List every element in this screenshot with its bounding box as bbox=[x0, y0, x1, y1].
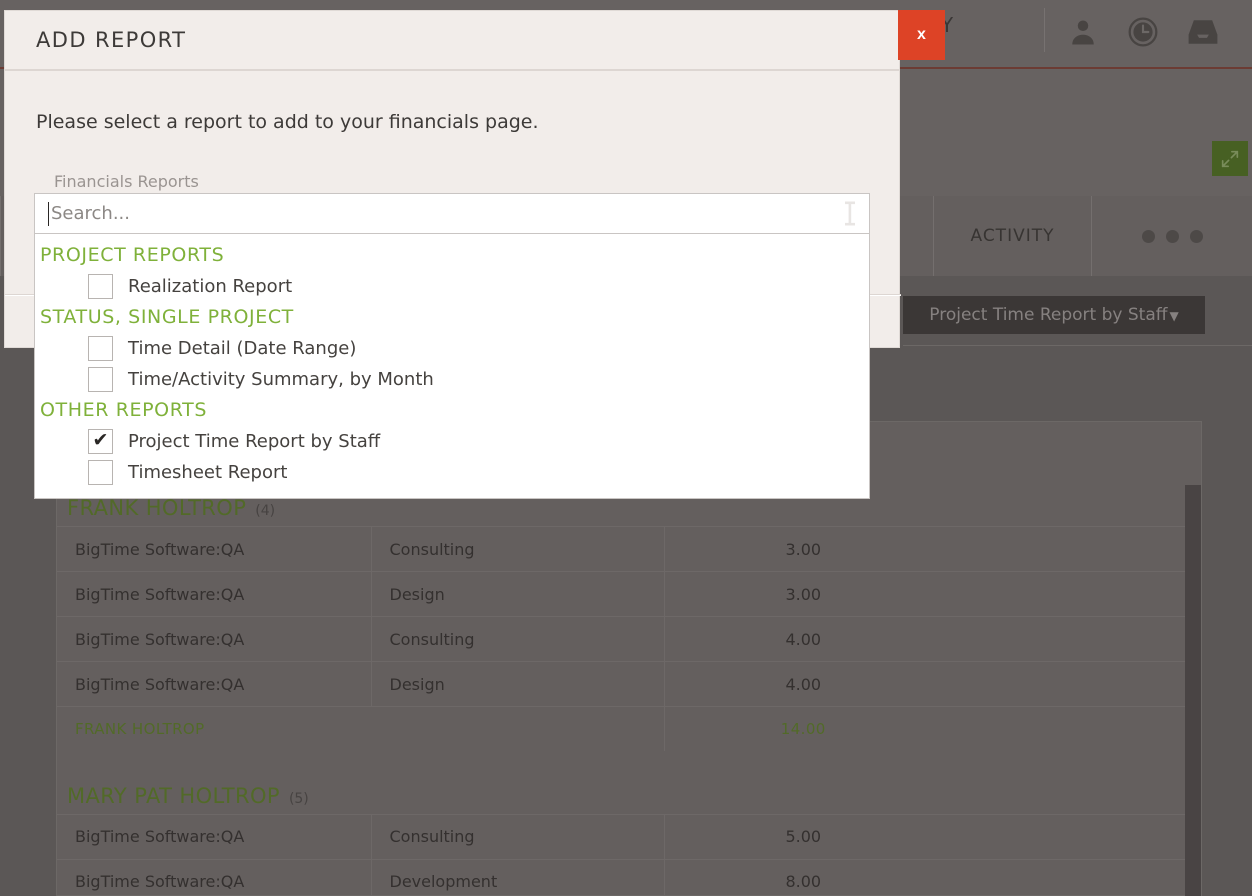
checkmark-glyph: ✔ bbox=[92, 429, 109, 451]
text-caret bbox=[48, 202, 49, 226]
modal-titlebar: ADD REPORT bbox=[5, 11, 899, 71]
checkbox-checked-icon[interactable]: ✔ bbox=[88, 429, 113, 454]
ibeam-cursor-icon bbox=[843, 201, 857, 226]
dropdown-option-label: Time Detail (Date Range) bbox=[128, 338, 357, 359]
dropdown-option-time-activity-summary[interactable]: Time/Activity Summary, by Month bbox=[35, 364, 869, 395]
modal-body: Please select a report to add to your fi… bbox=[5, 71, 899, 191]
report-search-area: PROJECT REPORTS Realization Report STATU… bbox=[34, 193, 870, 499]
dropdown-option-label: Time/Activity Summary, by Month bbox=[128, 369, 434, 390]
dropdown-option-label: Project Time Report by Staff bbox=[128, 431, 381, 452]
dropdown-option-project-time-report-by-staff[interactable]: ✔ Project Time Report by Staff bbox=[35, 426, 869, 457]
dropdown-option-realization-report[interactable]: Realization Report bbox=[35, 271, 869, 302]
close-button[interactable]: x bbox=[898, 10, 945, 60]
checkbox-unchecked-icon[interactable] bbox=[88, 367, 113, 392]
screen-root: PANY bbox=[0, 0, 1252, 896]
dropdown-option-label: Realization Report bbox=[128, 276, 293, 297]
dropdown-option-timesheet-report[interactable]: Timesheet Report bbox=[35, 457, 869, 488]
checkbox-unchecked-icon[interactable] bbox=[88, 336, 113, 361]
search-input[interactable] bbox=[34, 193, 870, 234]
dropdown-option-label: Timesheet Report bbox=[128, 462, 288, 483]
report-options-dropdown: PROJECT REPORTS Realization Report STATU… bbox=[34, 234, 870, 499]
checkbox-unchecked-icon[interactable] bbox=[88, 460, 113, 485]
dropdown-group-label: PROJECT REPORTS bbox=[40, 244, 225, 266]
modal-instruction: Please select a report to add to your fi… bbox=[36, 111, 539, 133]
modal-title: ADD REPORT bbox=[36, 28, 187, 52]
dropdown-option-time-detail[interactable]: Time Detail (Date Range) bbox=[35, 333, 869, 364]
financials-reports-label: Financials Reports bbox=[54, 172, 199, 191]
checkbox-unchecked-icon[interactable] bbox=[88, 274, 113, 299]
dropdown-group-label: OTHER REPORTS bbox=[40, 399, 207, 421]
dropdown-group-label: STATUS, SINGLE PROJECT bbox=[40, 306, 294, 328]
